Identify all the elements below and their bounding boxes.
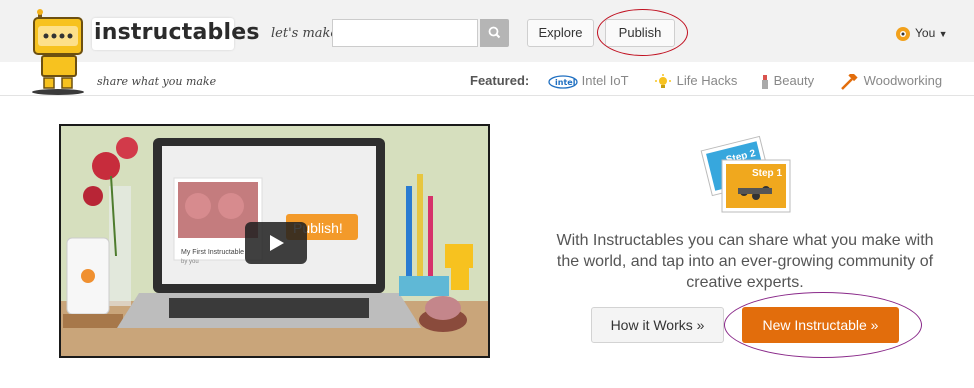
featured-item-woodworking[interactable]: Woodworking [838,71,943,90]
steps-illustration-icon: Step 2 Step 1 [700,135,791,213]
hero-description: With Instructables you can share what yo… [556,232,934,291]
publish-button[interactable]: Publish [605,19,675,47]
hammer-icon [841,71,858,90]
featured-item-life-hacks[interactable]: Life Hacks [653,73,737,90]
how-it-works-button[interactable]: How it Works » [591,307,724,343]
logo-wordmark[interactable]: instructables [94,20,260,45]
featured-item-label: Woodworking [863,73,943,88]
new-instructable-button[interactable]: New Instructable » [742,307,899,343]
featured-item-label: Intel IoT [581,73,629,88]
explore-button[interactable]: Explore [527,19,594,47]
tagline: share what you make [97,75,217,88]
featured-item-label: Life Hacks [676,73,738,88]
featured-item-beauty[interactable]: Beauty [760,73,814,90]
caret-down-icon: ▼ [938,29,948,40]
video-card-sub: by you [181,259,199,265]
featured-item-label: Beauty [773,73,815,88]
intro-video[interactable]: Publish! My First Instructable by you [59,124,490,358]
user-label: You [915,26,936,41]
lightbulb-icon [655,73,671,88]
step1-badge: Step 1 [752,168,782,179]
intel-logo-icon: intel [548,74,578,89]
featured-label: Featured: [470,73,530,88]
user-avatar-icon [896,27,910,41]
search-icon [488,26,501,39]
search-input[interactable] [332,19,478,47]
featured-item-intel-iot[interactable]: intel Intel IoT [548,73,629,89]
play-icon [270,235,284,251]
play-button[interactable] [245,222,307,264]
user-menu[interactable]: You ▼ [895,26,948,42]
search-button[interactable] [480,19,509,47]
lets-make-label: let's make [271,26,339,41]
svg-text:intel: intel [555,78,576,87]
video-card-title: My First Instructable [181,249,244,256]
lipstick-icon [762,74,768,89]
